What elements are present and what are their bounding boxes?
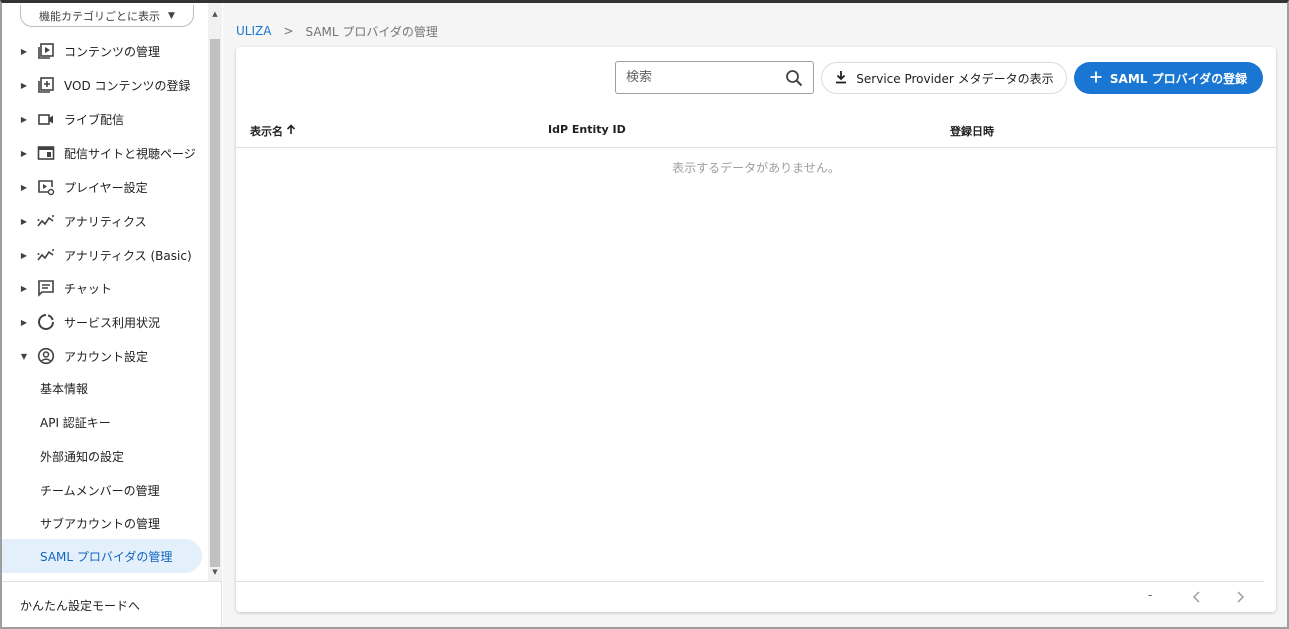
donut-chart-icon — [36, 312, 56, 332]
web-page-icon — [36, 143, 56, 163]
breadcrumb-home-link[interactable]: ULIZA — [236, 24, 271, 38]
sidebar-item-label: サービス利用状況 — [64, 315, 161, 330]
register-saml-button[interactable]: SAML プロバイダの登録 — [1074, 62, 1263, 94]
sidebar: 機能カテゴリごとに表示 ▼ ▶ コンテンツの管理 ▶ VOD コンテンツの登録 … — [2, 3, 222, 627]
account-circle-icon — [36, 346, 56, 366]
column-header-label: IdP Entity ID — [548, 123, 626, 136]
chevron-right-icon: ▶ — [20, 216, 28, 226]
scroll-down-icon[interactable]: ▼ — [208, 565, 222, 579]
sp-metadata-label: Service Provider メタデータの表示 — [856, 71, 1054, 86]
sidebar-scrollbar[interactable]: ▲ ▼ — [208, 3, 222, 581]
scrollbar-thumb[interactable] — [210, 39, 220, 567]
plus-icon — [1090, 71, 1102, 86]
breadcrumb-current: SAML プロバイダの管理 — [305, 24, 438, 39]
sub-item-subaccount[interactable]: サブアカウントの管理 — [2, 506, 202, 540]
simple-mode-label: かんたん設定モードへ — [20, 599, 141, 613]
register-saml-label: SAML プロバイダの登録 — [1109, 71, 1248, 86]
simple-mode-link[interactable]: かんたん設定モードへ — [2, 581, 222, 627]
sidebar-item-analytics-basic[interactable]: ▶ アナリティクス (Basic) — [2, 239, 208, 271]
chevron-right-icon: ▶ — [20, 250, 28, 260]
search-icon[interactable] — [785, 69, 803, 87]
chevron-right-icon: ▶ — [20, 317, 28, 327]
chevron-left-icon[interactable] — [1187, 587, 1207, 607]
column-header-display-name[interactable]: 表示名 — [250, 123, 296, 139]
table-header: 表示名 IdP Entity ID 登録日時 — [236, 113, 1276, 148]
add-box-icon — [36, 75, 56, 95]
sub-item-notification[interactable]: 外部通知の設定 — [2, 439, 202, 473]
saml-provider-card: Service Provider メタデータの表示 SAML プロバイダの登録 … — [236, 47, 1276, 612]
sidebar-item-label: VOD コンテンツの登録 — [64, 78, 191, 93]
chevron-right-icon: ▶ — [20, 80, 28, 90]
sidebar-item-label: アナリティクス — [64, 214, 147, 229]
category-select[interactable]: 機能カテゴリごとに表示 ▼ — [20, 5, 194, 27]
video-camera-icon — [36, 109, 56, 129]
search-input[interactable] — [626, 70, 776, 85]
sub-item-team[interactable]: チームメンバーの管理 — [2, 473, 202, 507]
analytics-icon — [36, 245, 56, 265]
sp-metadata-button[interactable]: Service Provider メタデータの表示 — [821, 62, 1067, 94]
breadcrumb-separator: > — [283, 24, 294, 38]
search-field[interactable] — [615, 61, 814, 94]
sidebar-item-label: アナリティクス (Basic) — [64, 248, 192, 263]
analytics-icon — [36, 211, 56, 231]
pagination: - — [236, 581, 1264, 612]
column-header-label: 表示名 — [250, 125, 283, 138]
chevron-down-icon: ▼ — [20, 351, 28, 361]
column-header-registered-at[interactable]: 登録日時 — [950, 123, 994, 139]
sidebar-item-contents[interactable]: ▶ コンテンツの管理 — [2, 35, 208, 67]
sidebar-item-label: プレイヤー設定 — [64, 180, 148, 195]
sidebar-item-label: アカウント設定 — [64, 349, 149, 364]
sidebar-item-player[interactable]: ▶ プレイヤー設定 — [2, 171, 208, 203]
main-content: ULIZA > SAML プロバイダの管理 Service Provider メ… — [223, 3, 1287, 627]
page-range: - — [1148, 588, 1153, 602]
play-box-icon — [36, 41, 56, 61]
column-header-label: 登録日時 — [950, 125, 994, 138]
chevron-right-icon[interactable] — [1230, 587, 1250, 607]
chevron-right-icon: ▶ — [20, 148, 28, 158]
sidebar-item-usage[interactable]: ▶ サービス利用状況 — [2, 306, 208, 338]
chat-icon — [36, 278, 56, 298]
sidebar-item-site[interactable]: ▶ 配信サイトと視聴ページ — [2, 137, 208, 169]
chevron-right-icon: ▶ — [20, 114, 28, 124]
category-select-label: 機能カテゴリごとに表示 — [39, 9, 161, 23]
sidebar-item-label: チャット — [64, 281, 112, 296]
app-frame: 機能カテゴリごとに表示 ▼ ▶ コンテンツの管理 ▶ VOD コンテンツの登録 … — [0, 0, 1289, 629]
sidebar-item-vod-register[interactable]: ▶ VOD コンテンツの登録 — [2, 69, 208, 101]
sub-item-basic-info[interactable]: 基本情報 — [2, 371, 202, 405]
arrow-up-icon — [286, 124, 296, 138]
download-icon — [834, 70, 848, 87]
column-header-idp-entity-id[interactable]: IdP Entity ID — [548, 123, 626, 136]
chevron-right-icon: ▶ — [20, 283, 28, 293]
sidebar-item-chat[interactable]: ▶ チャット — [2, 272, 208, 304]
sidebar-item-label: ライブ配信 — [64, 112, 125, 127]
chevron-right-icon: ▶ — [20, 46, 28, 56]
sidebar-item-label: コンテンツの管理 — [64, 44, 161, 59]
sidebar-nav: 機能カテゴリごとに表示 ▼ ▶ コンテンツの管理 ▶ VOD コンテンツの登録 … — [2, 3, 208, 581]
sub-item-saml[interactable]: SAML プロバイダの管理 — [2, 539, 202, 573]
empty-table-message: 表示するデータがありません。 — [672, 161, 840, 175]
chevron-right-icon: ▶ — [20, 182, 28, 192]
sidebar-item-analytics[interactable]: ▶ アナリティクス — [2, 205, 208, 237]
caret-down-icon: ▼ — [168, 10, 175, 21]
sidebar-item-label: 配信サイトと視聴ページ — [64, 146, 196, 161]
scroll-up-icon[interactable]: ▲ — [208, 7, 222, 21]
sidebar-item-live[interactable]: ▶ ライブ配信 — [2, 103, 208, 135]
player-settings-icon — [36, 177, 56, 197]
breadcrumb: ULIZA > SAML プロバイダの管理 — [236, 21, 438, 41]
sidebar-item-account[interactable]: ▼ アカウント設定 — [2, 340, 208, 372]
sub-item-api-key[interactable]: API 認証キー — [2, 405, 202, 439]
